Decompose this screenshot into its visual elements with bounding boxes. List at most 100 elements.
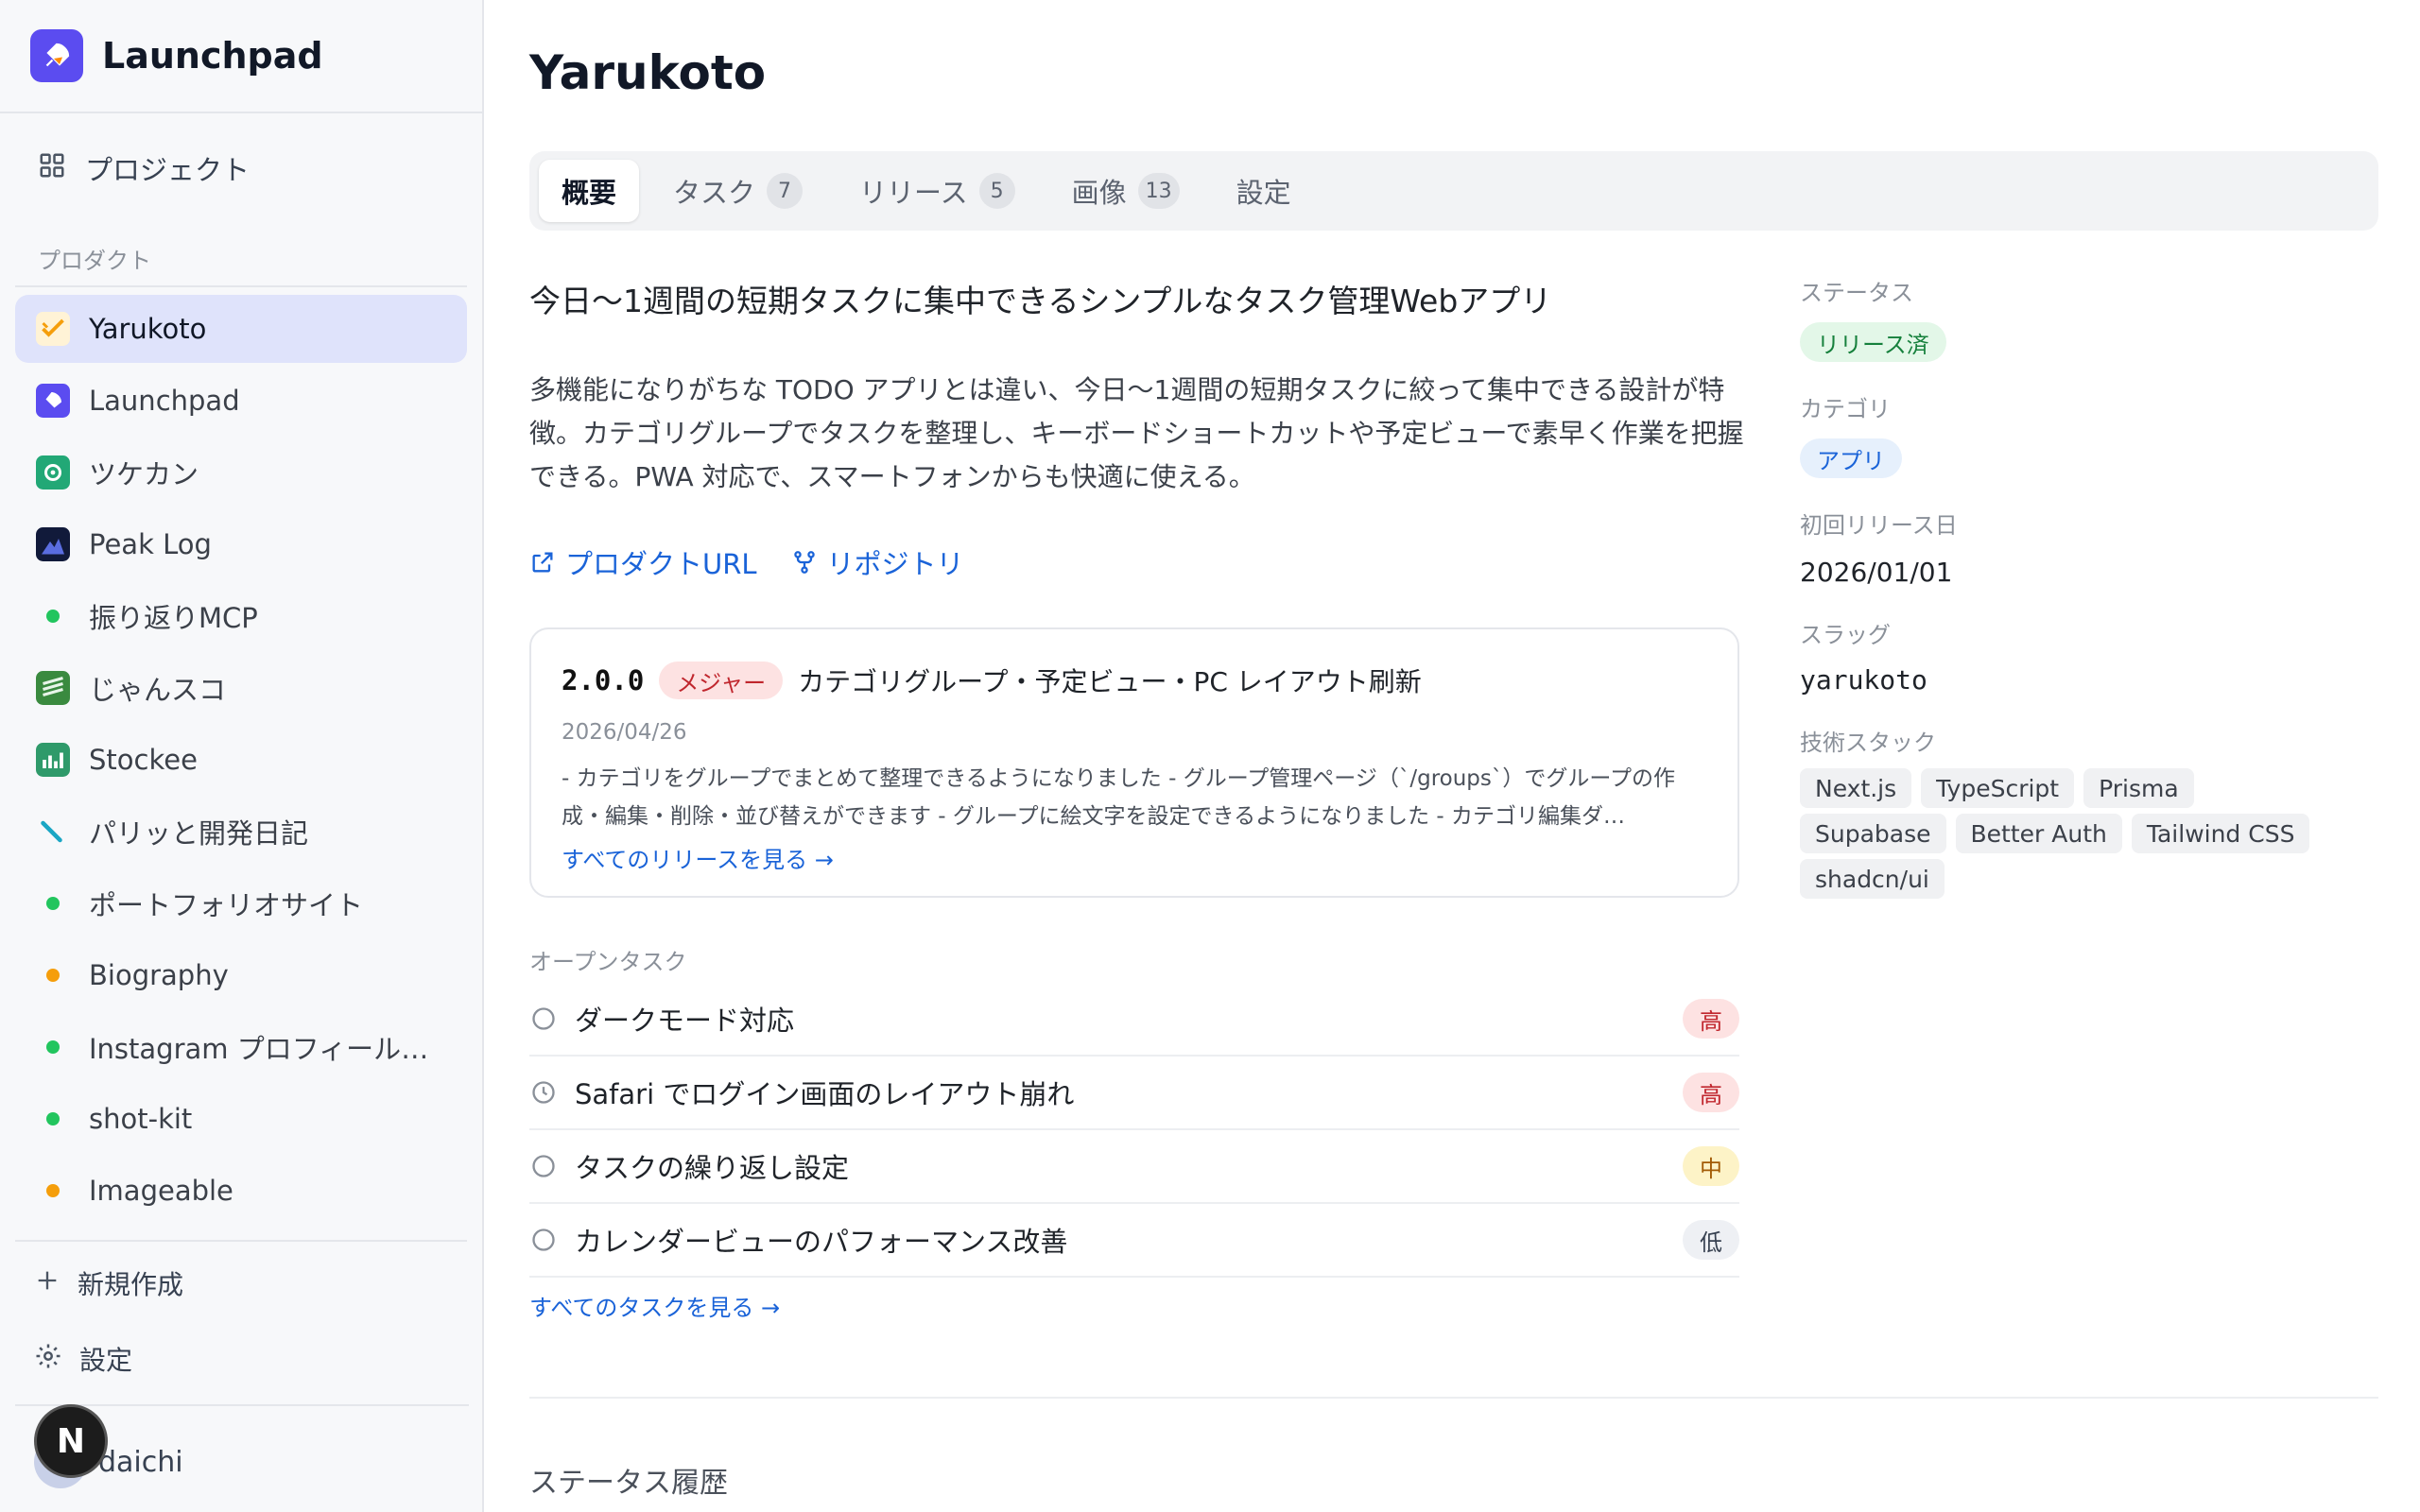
release-title: カテゴリグループ・予定ビュー・PC レイアウト刷新 <box>798 666 1422 697</box>
tab-2[interactable]: リリース 5 <box>837 160 1038 222</box>
sidebar-item-label: 振り返りMCP <box>89 602 258 634</box>
tab-label: 画像 <box>1071 177 1127 209</box>
task-row[interactable]: タスクの繰り返し設定 中 <box>529 1130 1739 1204</box>
sidebar-product-item[interactable]: shot-kit <box>15 1085 467 1153</box>
sidebar: Launchpad プロジェクト プロダクト Yarukoto Launchpad… <box>0 0 484 1512</box>
sidebar-item-label: shot-kit <box>89 1103 193 1135</box>
release-notes: - カテゴリをグループでまとめて整理できるようになりました - グループ管理ペー… <box>562 766 1676 829</box>
task-row[interactable]: Safari でログイン画面のレイアウト崩れ 高 <box>529 1057 1739 1130</box>
tab-label: タスク <box>673 177 756 209</box>
pen-icon <box>36 815 70 849</box>
priority-badge: 高 <box>1683 999 1739 1039</box>
tech-stack-tag: Better Auth <box>1955 814 2122 853</box>
category-label: カテゴリ <box>1800 396 1891 422</box>
sidebar-item-label: ポートフォリオサイト <box>89 889 364 921</box>
stockee-icon <box>36 743 70 777</box>
settings-label: 設定 <box>79 1345 133 1376</box>
tsukekan-icon <box>36 455 70 490</box>
tab-count-badge: 7 <box>767 173 804 209</box>
sidebar-item-projects[interactable]: プロジェクト <box>15 132 467 204</box>
tab-0[interactable]: 概要 <box>539 160 640 222</box>
slug-value: yarukoto <box>1800 664 1927 696</box>
sidebar-item-label: Launchpad <box>89 385 240 417</box>
release-date: 2026/04/26 <box>562 720 687 745</box>
sidebar-item-label: Biography <box>89 959 229 991</box>
app-name: Launchpad <box>102 35 323 77</box>
tech-stack-tag: Tailwind CSS <box>2131 814 2310 853</box>
product-url-label: プロダクトURL <box>565 548 757 580</box>
all-releases-link[interactable]: すべてのリリースを見る → <box>562 841 1707 874</box>
sidebar-product-item[interactable]: Yarukoto <box>15 295 467 363</box>
release-type-badge: メジャー <box>659 662 784 699</box>
external-link-icon <box>532 552 553 573</box>
status-dot-icon <box>36 1174 70 1208</box>
new-label: 新規作成 <box>78 1269 184 1300</box>
grid-icon <box>38 151 66 186</box>
first-release-label: 初回リリース日 <box>1800 512 1958 539</box>
brand[interactable]: Launchpad <box>0 0 482 113</box>
divider <box>15 285 467 287</box>
new-product-button[interactable]: 新規作成 <box>15 1249 467 1317</box>
tab-count-badge: 13 <box>1137 173 1180 209</box>
sidebar-product-item[interactable]: Instagram プロフィール画… <box>15 1013 467 1081</box>
status-history-heading: ステータス履歴 <box>529 1467 728 1500</box>
repository-link[interactable]: リポジトリ <box>791 542 964 582</box>
tab-count-badge: 5 <box>978 173 1015 209</box>
task-row[interactable]: ダークモード対応 高 <box>529 983 1739 1057</box>
sidebar-product-item[interactable]: 振り返りMCP <box>15 582 467 650</box>
tab-4[interactable]: 設定 <box>1214 160 1314 222</box>
clock-icon <box>529 1079 558 1106</box>
status-dot-icon <box>36 599 70 633</box>
sidebar-product-item[interactable]: Stockee <box>15 726 467 794</box>
divider <box>529 1397 2378 1399</box>
open-tasks-label: オープンタスク <box>529 949 687 975</box>
tab-label: 概要 <box>562 177 617 209</box>
sidebar-product-item[interactable]: ポートフォリオサイト <box>15 869 467 937</box>
product-meta-panel: ステータス リリース済 カテゴリ アプリ 初回リリース日 2026/01/01 … <box>1800 274 2367 933</box>
task-row[interactable]: カレンダービューのパフォーマンス改善 低 <box>529 1204 1739 1278</box>
product-summary: 今日〜1週間の短期タスクに集中できるシンプルなタスク管理Webアプリ <box>529 283 1552 319</box>
open-task-list: ダークモード対応高 Safari でログイン画面のレイアウト崩れ高タスクの繰り返し… <box>529 983 1739 1278</box>
task-title: タスクの繰り返し設定 <box>575 1152 850 1184</box>
product-url-link[interactable]: プロダクトURL <box>529 542 757 582</box>
status-badge: リリース済 <box>1800 322 1946 362</box>
sidebar-product-item[interactable]: Imageable <box>15 1157 467 1225</box>
tech-stack-tag: TypeScript <box>1921 768 2075 808</box>
tech-stack-tag: Supabase <box>1800 814 1946 853</box>
sidebar-product-item[interactable]: じゃんスコ <box>15 654 467 722</box>
tab-1[interactable]: タスク 7 <box>650 160 825 222</box>
status-label: ステータス <box>1800 280 1913 306</box>
priority-badge: 低 <box>1683 1220 1739 1260</box>
main-content: Yarukoto 概要 タスク 7 リリース 5 画像 13 設定 今日〜1週間の短期タスクに… <box>486 0 2420 1512</box>
sidebar-product-item[interactable]: Biography <box>15 941 467 1009</box>
tech-stack-label: 技術スタック <box>1800 730 1936 756</box>
repository-label: リポジトリ <box>826 548 964 580</box>
status-dot-icon <box>36 886 70 920</box>
release-version: 2.0.0 <box>562 664 645 696</box>
sidebar-item-label: ツケカン <box>89 458 199 490</box>
sidebar-product-item[interactable]: ツケカン <box>15 438 467 507</box>
sidebar-item-label: Instagram プロフィール画… <box>89 1033 448 1065</box>
task-title: ダークモード対応 <box>575 1005 795 1037</box>
sidebar-product-item[interactable]: パリッと開発日記 <box>15 798 467 866</box>
tech-stack-tag: Prisma <box>2083 768 2194 808</box>
circle-icon[interactable] <box>529 1227 558 1253</box>
sidebar-item-label: Peak Log <box>89 528 212 560</box>
nextjs-dev-badge[interactable]: N <box>34 1404 108 1478</box>
circle-icon[interactable] <box>529 1005 558 1032</box>
sidebar-item-settings[interactable]: 設定 <box>15 1325 467 1393</box>
page-title: Yarukoto <box>529 45 767 100</box>
divider <box>15 1240 467 1242</box>
latest-release-card[interactable]: 2.0.0 メジャー カテゴリグループ・予定ビュー・PC レイアウト刷新 202… <box>529 627 1739 898</box>
product-description: 多機能になりがちな TODO アプリとは違い、今日〜1週間の短期タスクに絞って集… <box>529 374 1744 492</box>
sidebar-product-item[interactable]: Peak Log <box>15 510 467 578</box>
all-tasks-link[interactable]: すべてのタスクを見る → <box>529 1289 780 1322</box>
first-release-value: 2026/01/01 <box>1800 557 1953 588</box>
task-title: Safari でログイン画面のレイアウト崩れ <box>575 1078 1075 1110</box>
product-links: プロダクトURL リポジトリ <box>529 542 998 582</box>
tab-3[interactable]: 画像 13 <box>1049 160 1202 222</box>
sidebar-product-item[interactable]: Launchpad <box>15 367 467 435</box>
status-dot-icon <box>36 958 70 992</box>
status-dot-icon <box>36 1030 70 1064</box>
circle-icon[interactable] <box>529 1153 558 1179</box>
